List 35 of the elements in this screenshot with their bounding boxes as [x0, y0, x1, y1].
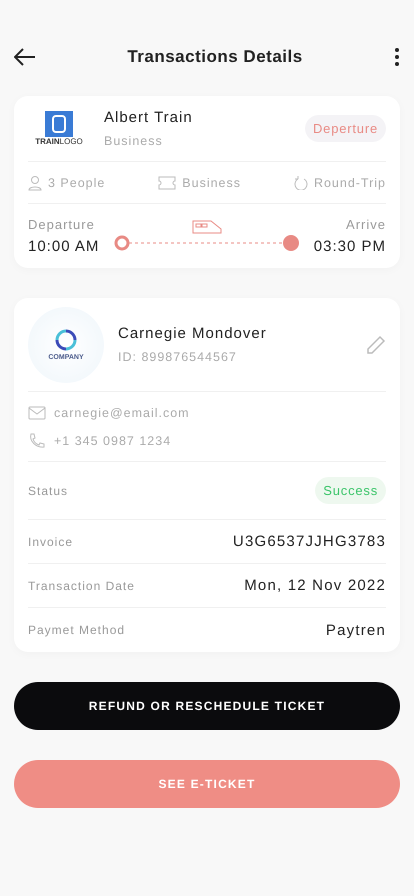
refund-button[interactable]: REFUND OR RESCHEDULE TICKET — [14, 682, 400, 730]
status-badge: Success — [315, 477, 386, 504]
customer-id: ID: 899876544567 — [118, 350, 238, 364]
detail-label: Invoice — [28, 534, 74, 548]
company-logo-icon — [55, 328, 77, 350]
train-name: Albert Train — [104, 109, 193, 126]
train-class: Business — [104, 134, 164, 148]
arrive-time: 03:30 PM — [314, 238, 386, 255]
arrive-label: Arrive — [345, 217, 386, 232]
direction-badge: Deperture — [304, 115, 386, 142]
departure-time: 10:00 AM — [28, 238, 100, 255]
detail-label: Paymet Method — [28, 623, 126, 637]
logo-text: TRAINLOGO — [35, 137, 83, 146]
phone-icon — [28, 432, 46, 448]
detail-label: Transaction Date — [28, 578, 135, 592]
departure-label: Departure — [28, 217, 96, 232]
back-arrow-icon[interactable] — [14, 48, 36, 66]
email-text: carnegie@email.com — [54, 406, 190, 420]
customer-name: Carnegie Mondover — [118, 325, 267, 342]
detail-value: Mon, 12 Nov 2022 — [244, 577, 386, 594]
mail-icon — [28, 406, 46, 420]
ticket-icon — [158, 176, 176, 190]
detail-label: Status — [28, 484, 68, 498]
person-icon — [28, 174, 42, 190]
train-icon — [192, 220, 222, 234]
trip-feature: 3 People — [48, 176, 106, 190]
trip-feature: Round-Trip — [314, 176, 386, 190]
more-icon[interactable] — [394, 47, 400, 67]
detail-value: U3G6537JJHG3783 — [232, 533, 386, 550]
trip-feature: Business — [182, 176, 242, 190]
phone-text: +1 345 0987 1234 — [54, 434, 172, 448]
detail-value: Paytren — [326, 622, 386, 638]
page-title: Transactions Details — [127, 47, 303, 67]
train-logo-icon — [45, 111, 73, 137]
refresh-icon — [294, 176, 308, 190]
